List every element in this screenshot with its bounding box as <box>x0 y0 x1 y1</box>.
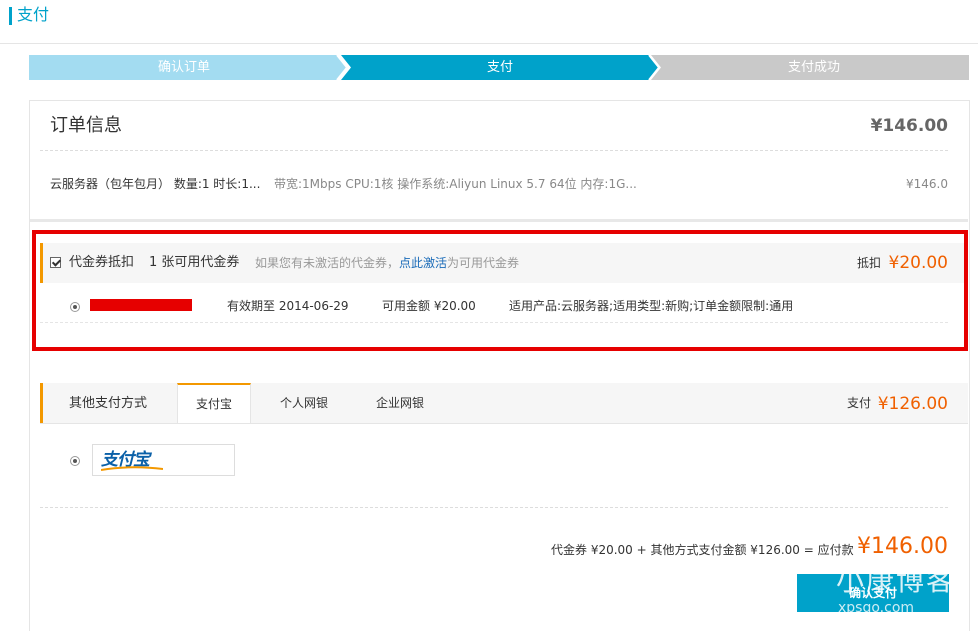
payment-accent-bar <box>40 383 43 423</box>
page-header: 支付 <box>0 0 978 44</box>
alipay-radio[interactable] <box>70 456 80 466</box>
payment-summary: 代金券 ¥20.00 + 其他方式支付金额 ¥126.00 = 应付款 <box>551 543 854 557</box>
highlight-box <box>32 230 968 351</box>
divider <box>40 507 948 508</box>
progress-steps: 确认订单 支付 支付成功 <box>29 55 969 80</box>
order-total: ¥146.00 <box>870 116 948 136</box>
step-pay-success: 支付成功 <box>787 60 840 75</box>
page-title: 支付 <box>17 5 50 24</box>
order-item-specs: 带宽:1Mbps CPU:1核 操作系统:Aliyun Linux 5.7 64… <box>274 177 637 191</box>
alipay-option[interactable]: 支付宝 <box>92 444 235 476</box>
step-pay: 支付 <box>486 60 513 75</box>
order-item-price: ¥146.0 <box>906 177 948 191</box>
order-info-title: 订单信息 <box>50 115 122 136</box>
final-amount: ¥146.00 <box>857 534 948 559</box>
title-accent-bar <box>9 7 12 25</box>
tab-alipay[interactable]: 支付宝 <box>177 383 251 423</box>
tab-enterprise-bank[interactable]: 企业网银 <box>361 383 439 423</box>
watermark-url: xpsqo.com <box>838 600 915 616</box>
order-item-name: 云服务器（包年包月） 数量:1 时长:1... <box>50 177 261 191</box>
divider <box>40 150 948 151</box>
step-confirm-order: 确认订单 <box>157 60 210 75</box>
watermark: 小康博客 <box>836 564 957 597</box>
tab-personal-bank[interactable]: 个人网银 <box>265 383 343 423</box>
payment-methods-label: 其他支付方式 <box>69 396 148 411</box>
pay-amount: ¥126.00 <box>877 394 948 414</box>
alipay-swoosh-icon <box>101 466 163 471</box>
pay-label: 支付 <box>847 396 872 410</box>
section-separator <box>30 219 968 222</box>
